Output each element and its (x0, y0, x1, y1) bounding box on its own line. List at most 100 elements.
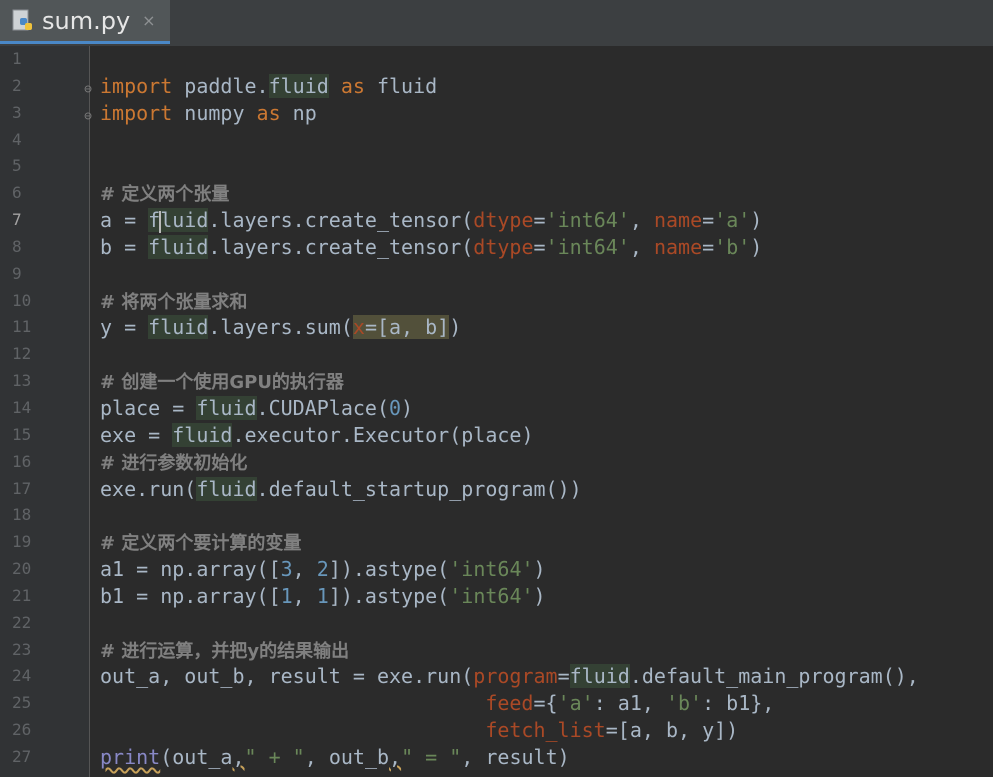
code-text: , (292, 557, 317, 582)
code-text: .layers.create_tensor( (208, 208, 474, 233)
code-line-8: b = fluid.layers.create_tensor(dtype='in… (100, 234, 919, 261)
line-number: 26 (12, 720, 32, 740)
fluid-ref: fluid (172, 422, 233, 447)
module-fluid: fluid (268, 73, 329, 98)
code-line-24: out_a, out_b, result = exe.run(program=f… (100, 663, 919, 690)
line-number: 19 (12, 532, 32, 552)
code-text: , (629, 234, 654, 259)
line-number: 24 (12, 666, 32, 686)
code-text: exe = (100, 422, 173, 447)
code-text: .layers.create_tensor( (208, 234, 474, 259)
code-text: ) (750, 208, 763, 233)
tab-sum-py[interactable]: sum.py × (0, 0, 170, 44)
string-literal: 'int64' (545, 234, 630, 259)
param-dtype: dtype (473, 208, 534, 233)
comment: # 将两个张量求和 (100, 291, 248, 313)
param-dtype: dtype (473, 234, 534, 259)
line-number: 6 (12, 183, 22, 203)
line-number: 25 (12, 693, 32, 713)
line-number: 2 (12, 75, 22, 95)
code-text: = (702, 208, 715, 233)
code-text: : b1}, (702, 691, 775, 716)
fluid-ref: fluid (196, 476, 257, 501)
code-text: ]).astype( (328, 583, 450, 608)
line-number: 15 (12, 424, 32, 444)
string-literal: " + " (244, 744, 305, 769)
code-text: , out_b (304, 744, 390, 769)
fluid-ref: fluid (148, 234, 209, 259)
code-line-26: fetch_list=[a, b, y]) (100, 717, 919, 744)
line-numbers: 1 2 3 4 5 6 7 8 9 10 11 12 13 14 15 16 17 18 19 20 21 22 23 24 2… (0, 46, 44, 771)
param-program: program (473, 664, 558, 689)
python-file-icon (10, 8, 36, 34)
close-icon[interactable]: × (142, 11, 155, 30)
line-number: 21 (12, 585, 32, 605)
code-editor[interactable]: 1 2 3 4 5 6 7 8 9 10 11 12 13 14 15 16 17 18 19 20 21 22 23 24 2… (0, 46, 993, 777)
code-line-11: y = fluid.layers.sum(x=[a, b]) (100, 314, 919, 341)
line-number: 14 (12, 397, 32, 417)
line-number: 8 (12, 236, 22, 256)
code-text: ) (533, 557, 546, 582)
code-text: ) (533, 583, 546, 608)
arg-highlight: x=[a, b] (352, 315, 450, 340)
comment: # 进行参数初始化 (100, 452, 248, 474)
code-text: , result) (461, 744, 570, 769)
code-line-19: # 定义两个要计算的变量 (100, 529, 919, 556)
string-literal: 'a' (557, 691, 594, 716)
line-number: 16 (12, 451, 32, 471)
code-line-13: # 创建一个使用GPU的执行器 (100, 368, 919, 395)
line-number: 20 (12, 559, 32, 579)
code-text: =[a, b] (364, 315, 450, 340)
code-text: ) (449, 315, 462, 340)
code-text: , (292, 583, 317, 608)
code-text: = (533, 208, 546, 233)
number-literal: 3 (280, 557, 293, 582)
line-number: 4 (12, 129, 22, 149)
code-text: .CUDAPlace( (256, 395, 389, 420)
code-text: luid (160, 208, 209, 233)
line-number: 10 (12, 290, 32, 310)
code-text: , (389, 744, 402, 769)
code-text: .layers.sum( (208, 315, 353, 340)
code-line-6: # 定义两个张量 (100, 180, 919, 207)
string-literal: 'b' (714, 234, 751, 259)
code-line-21: b1 = np.array([1, 1]).astype('int64') (100, 583, 919, 610)
code-line-7: a = fluid.layers.create_tensor(dtype='in… (100, 207, 919, 234)
code-line-20: a1 = np.array([3, 2]).astype('int64') (100, 556, 919, 583)
string-literal: 'a' (714, 208, 751, 233)
comment: # 定义两个张量 (100, 184, 230, 206)
code-text: .executor.Executor(place) (232, 422, 534, 447)
code-text: .default_startup_program()) (256, 476, 582, 501)
code-text: = (533, 234, 546, 259)
fluid-ref: fluid (569, 664, 630, 689)
comment: # 定义两个要计算的变量 (100, 533, 302, 555)
line-number: 22 (12, 612, 32, 632)
code-area[interactable]: import paddle.fluid as fluid import nump… (90, 46, 993, 777)
string-literal: " = " (401, 744, 462, 769)
number-literal: 0 (389, 395, 402, 420)
code-text: ) (750, 234, 763, 259)
string-literal: 'int64' (545, 208, 630, 233)
param-feed: feed (485, 691, 534, 716)
code-text: : a1, (593, 691, 666, 716)
param-name: name (653, 208, 703, 233)
module-text: numpy (172, 100, 257, 125)
code-text: ]).astype( (328, 557, 450, 582)
line-number: 3 (12, 102, 22, 122)
code-text: b = (100, 234, 149, 259)
code-line-3: import numpy as np (100, 100, 919, 127)
builtin-print: print (100, 744, 161, 769)
code-text: exe.run( (100, 476, 197, 501)
line-number: 5 (12, 156, 22, 176)
code-text: = (702, 234, 715, 259)
keyword-import: import (100, 100, 173, 125)
code-text: , (629, 208, 654, 233)
code-text: , (232, 744, 245, 769)
code-text: place = (100, 395, 197, 420)
